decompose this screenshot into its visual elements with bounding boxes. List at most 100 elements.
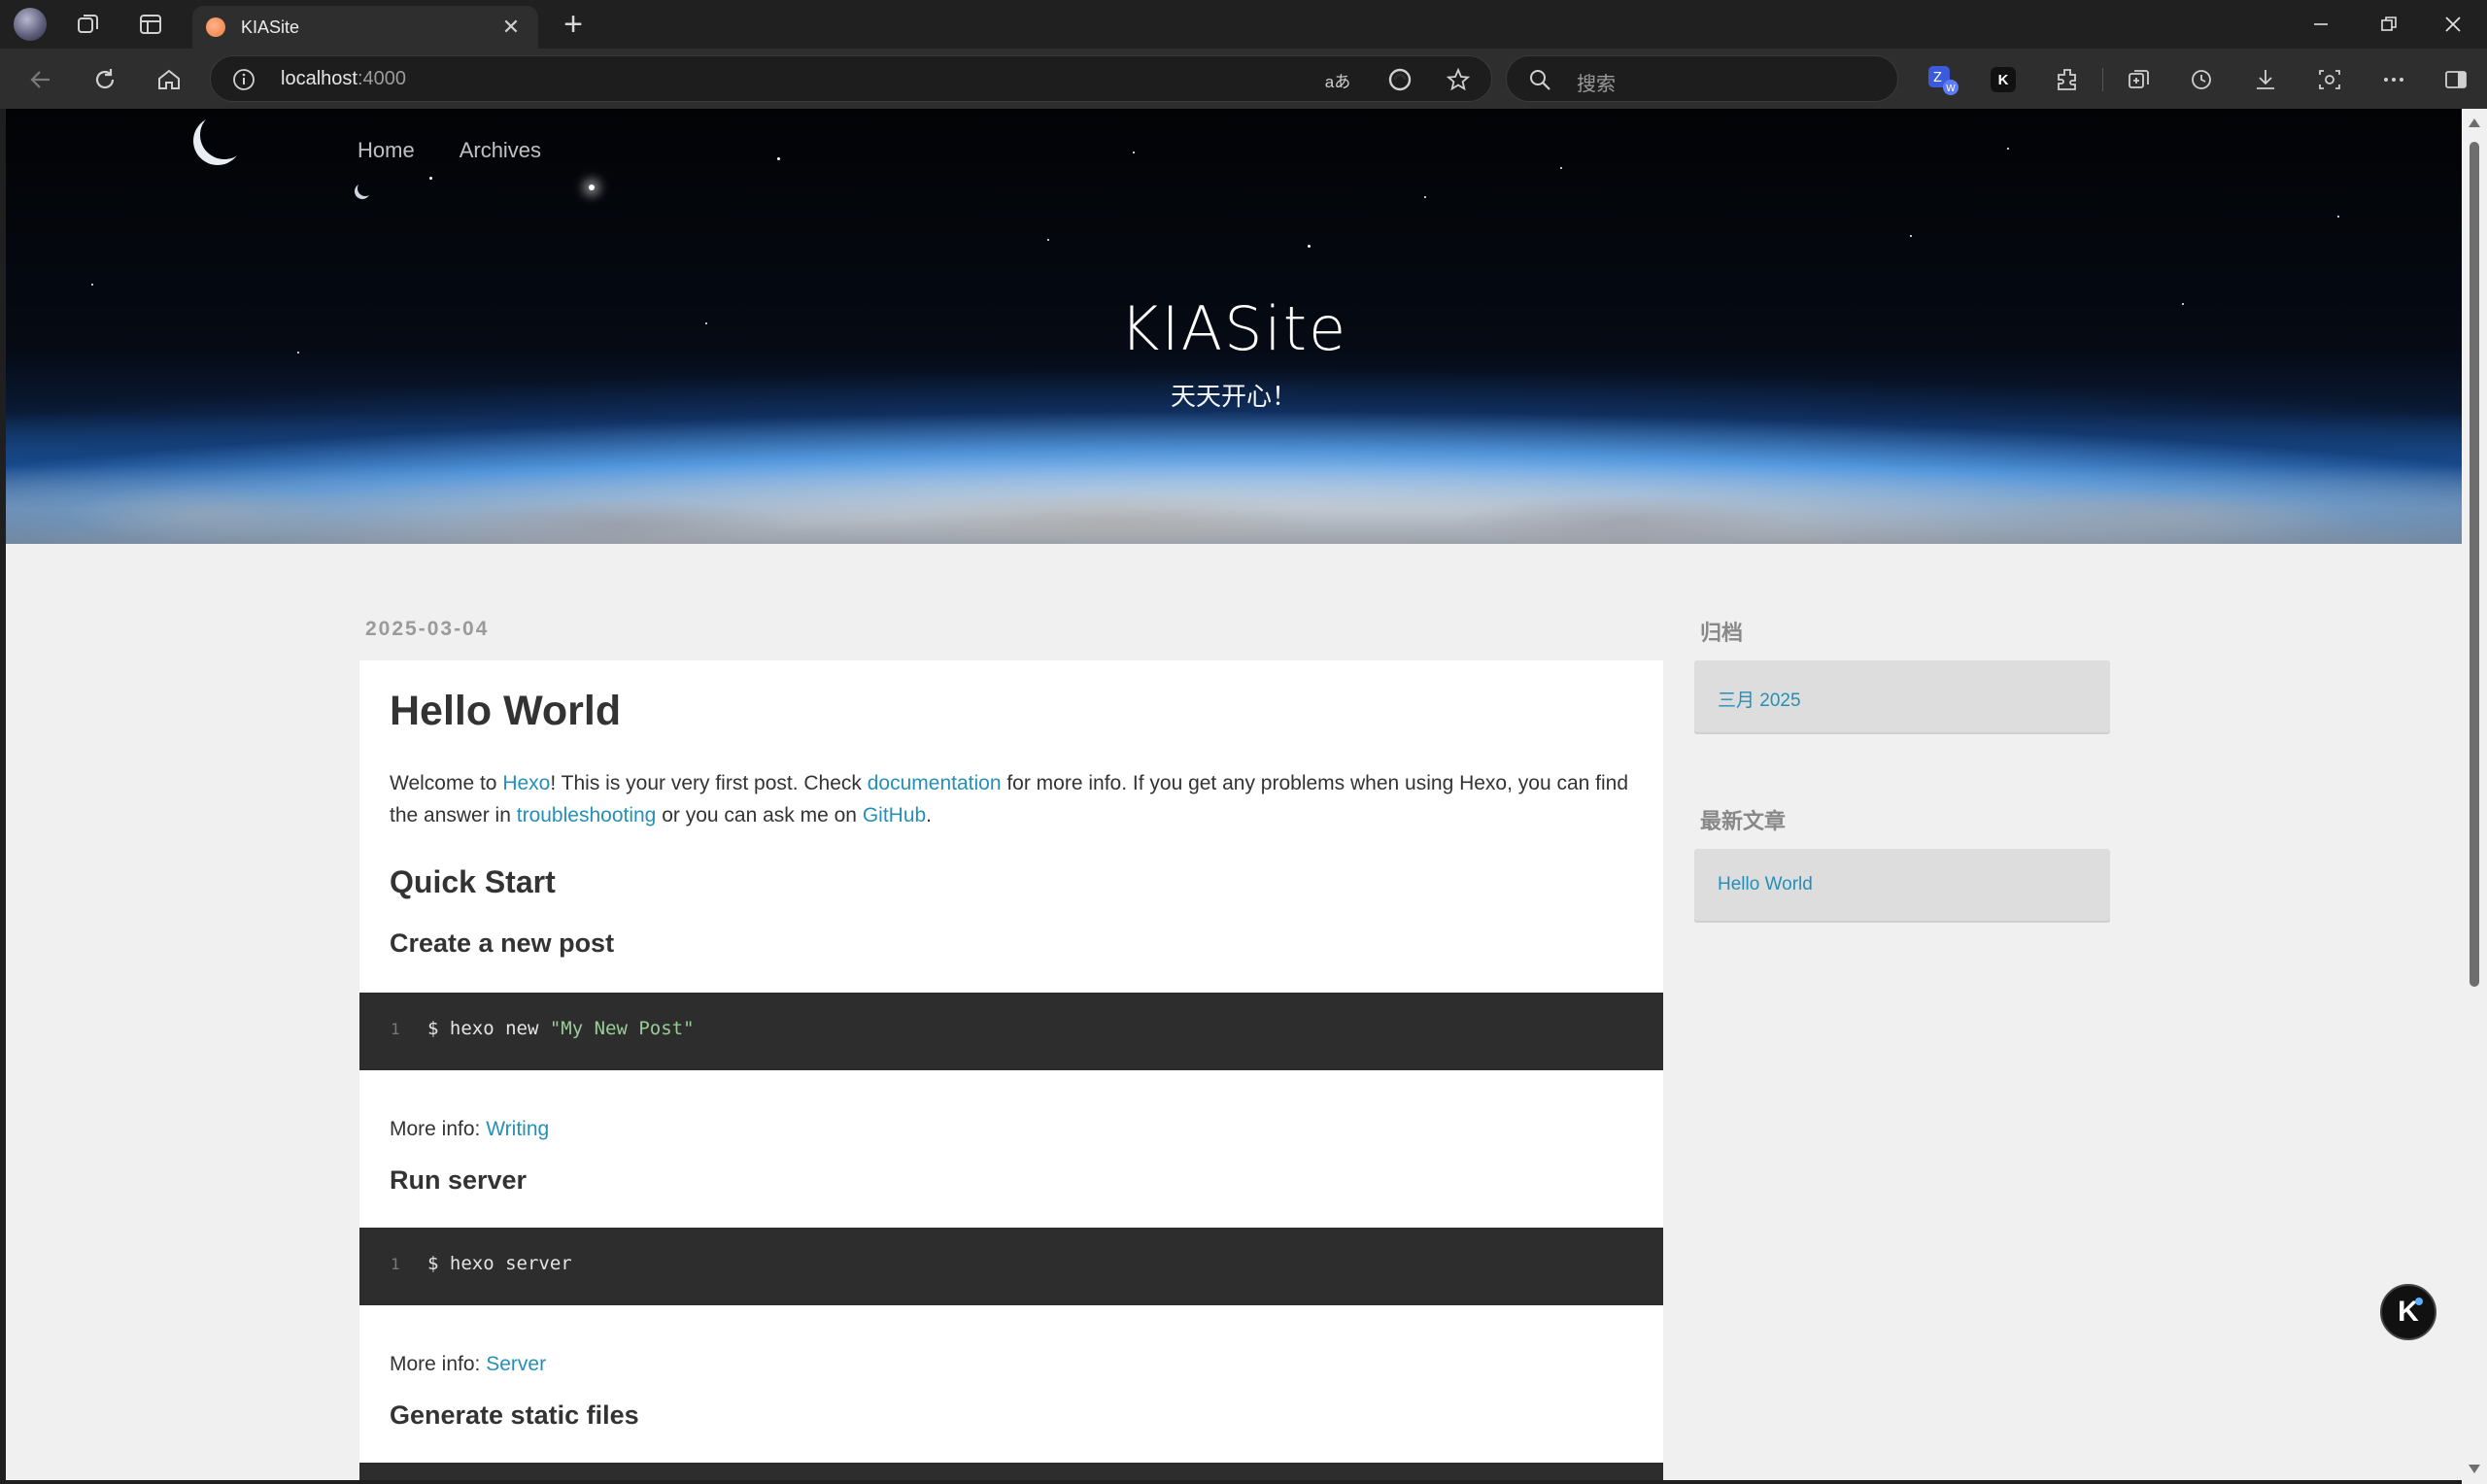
page-scrollbar[interactable] <box>2462 109 2487 1484</box>
site-favicon-icon <box>206 17 225 37</box>
star-decoration <box>1424 196 1426 198</box>
nav-home-link[interactable]: Home <box>358 138 415 163</box>
github-link[interactable]: GitHub <box>863 804 926 826</box>
new-tab-button[interactable]: + <box>554 0 593 49</box>
star-decoration <box>1910 235 1912 237</box>
url-port: :4000 <box>357 68 406 89</box>
star-decoration <box>91 284 93 286</box>
header-banner: Home Archives KIASite 天天开心！ <box>6 109 2462 544</box>
code-line: $ hexo new "My New Post" <box>427 1018 695 1039</box>
extensions-icon[interactable] <box>2050 62 2085 97</box>
browser-toolbar: localhost:4000 aあ 搜索 ZW K <box>0 49 2487 109</box>
screenshot-icon[interactable] <box>2312 62 2347 97</box>
code-block-generate <box>359 1463 1663 1480</box>
page-viewport: Home Archives KIASite 天天开心！ 2025-03-04 H… <box>6 109 2462 1480</box>
star-decoration <box>2337 216 2339 218</box>
archive-month-link[interactable]: 三月 2025 <box>1718 686 1801 712</box>
archive-widget-title: 归档 <box>1700 621 1744 645</box>
line-number: 1 <box>391 1020 400 1038</box>
recent-posts-widget: Hello World <box>1694 849 2110 923</box>
vertical-tabs-icon[interactable] <box>124 0 177 49</box>
post-article: Hello World Welcome to Hexo! This is you… <box>359 660 1663 1480</box>
scroll-up-arrow-icon[interactable] <box>2469 118 2480 127</box>
close-tab-icon[interactable]: ✕ <box>497 15 525 40</box>
more-info-writing: More info: Writing <box>390 1113 1643 1145</box>
home-icon[interactable] <box>148 58 190 101</box>
nav-archives-link[interactable]: Archives <box>460 138 541 163</box>
back-icon[interactable] <box>19 58 62 101</box>
search-box[interactable]: 搜索 <box>1506 55 1898 102</box>
url-text[interactable]: localhost:4000 <box>281 68 406 90</box>
more-info-label: More info: <box>390 1353 487 1375</box>
intro-text: Welcome to <box>390 772 503 794</box>
svg-text:W: W <box>1946 84 1956 94</box>
downloads-icon[interactable] <box>2248 62 2283 97</box>
intro-text: . <box>926 804 933 826</box>
crescent-moon-decoration <box>200 111 249 159</box>
history-icon[interactable] <box>2184 62 2219 97</box>
favorite-star-icon[interactable] <box>1445 66 1472 93</box>
star-decoration <box>589 185 595 190</box>
k-extension-icon[interactable]: K <box>1986 62 2021 97</box>
tab-title: KIASite <box>241 17 300 37</box>
svg-text:Z: Z <box>1933 71 1942 85</box>
quick-start-heading: Quick Start <box>390 864 556 899</box>
line-number: 1 <box>391 1255 400 1273</box>
star-decoration <box>429 177 432 180</box>
translate-extension-icon[interactable]: ZW <box>1925 62 1960 97</box>
sidebar-toggle-icon[interactable] <box>2438 62 2473 97</box>
read-aloud-icon[interactable]: aあ <box>1324 66 1351 93</box>
profile-avatar[interactable] <box>14 8 47 41</box>
hexo-link[interactable]: Hexo <box>502 772 550 794</box>
more-info-label: More info: <box>390 1118 487 1140</box>
site-info-icon[interactable] <box>232 68 256 96</box>
run-server-heading: Run server <box>390 1165 528 1195</box>
intro-text: or you can ask me on <box>656 804 863 826</box>
site-nav: Home Archives <box>358 138 541 163</box>
code-command: $ hexo new <box>427 1018 550 1039</box>
floating-k-button[interactable]: K <box>2380 1284 2436 1340</box>
star-decoration <box>777 157 780 160</box>
scroll-thumb[interactable] <box>2470 142 2479 987</box>
edge-refresh-icon[interactable] <box>1386 66 1414 93</box>
server-link[interactable]: Server <box>486 1353 546 1375</box>
refresh-icon[interactable] <box>84 58 126 101</box>
archive-widget: 三月 2025 <box>1694 660 2110 734</box>
search-placeholder: 搜索 <box>1577 74 1616 95</box>
star-decoration <box>1308 245 1311 248</box>
troubleshooting-link[interactable]: troubleshooting <box>517 804 657 826</box>
toolbar-divider <box>2102 68 2103 91</box>
intro-text: ! This is your very first post. Check <box>550 772 868 794</box>
star-decoration <box>1047 239 1049 241</box>
address-bar[interactable]: localhost:4000 aあ <box>210 55 1492 102</box>
recent-post-link[interactable]: Hello World <box>1718 874 1813 895</box>
k-extension-label: K <box>1991 67 2016 92</box>
star-decoration <box>1560 167 1562 169</box>
code-line: $ hexo server <box>427 1253 572 1274</box>
star-decoration <box>1133 152 1135 153</box>
minimize-icon[interactable] <box>2287 0 2355 49</box>
recent-posts-widget-title: 最新文章 <box>1700 809 1787 833</box>
create-post-heading: Create a new post <box>390 928 615 958</box>
code-block-new-post: 1 $ hexo new "My New Post" <box>359 993 1663 1070</box>
banner-clouds <box>6 468 2462 544</box>
search-icon <box>1528 68 1551 96</box>
documentation-link[interactable]: documentation <box>868 772 1002 794</box>
notification-dot <box>2415 1298 2423 1305</box>
close-window-icon[interactable] <box>2419 0 2487 49</box>
generate-static-heading: Generate static files <box>390 1400 639 1430</box>
site-title[interactable]: KIASite <box>6 293 2462 364</box>
active-tab[interactable]: KIASite ✕ <box>192 6 538 49</box>
intro-paragraph: Welcome to Hexo! This is your very first… <box>390 767 1643 831</box>
scroll-down-arrow-icon[interactable] <box>2469 1465 2480 1473</box>
workspaces-icon[interactable] <box>62 0 115 49</box>
star-decoration <box>2007 148 2009 150</box>
writing-link[interactable]: Writing <box>486 1118 549 1140</box>
restore-icon[interactable] <box>2355 0 2423 49</box>
collections-icon[interactable] <box>2122 62 2157 97</box>
more-info-server: More info: Server <box>390 1348 1643 1380</box>
more-options-icon[interactable] <box>2376 62 2411 97</box>
browser-tab-bar: KIASite ✕ + <box>0 0 2487 49</box>
post-date[interactable]: 2025-03-04 <box>365 618 489 641</box>
post-title[interactable]: Hello World <box>390 688 621 735</box>
